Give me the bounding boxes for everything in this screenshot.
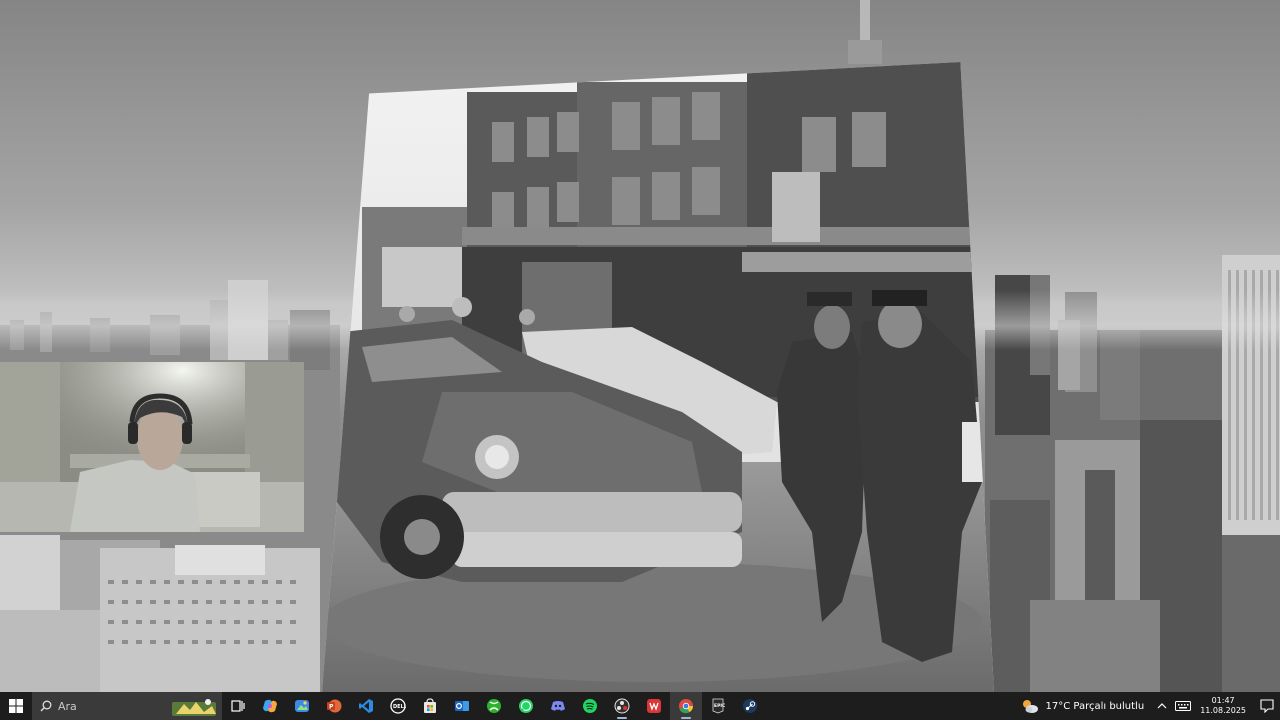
- taskbar: Ara P DELL EPIC 17°C Parçalı bulutlu 01:…: [0, 692, 1280, 720]
- powerpoint-button[interactable]: P: [318, 692, 350, 720]
- spotify-icon: [583, 699, 597, 713]
- task-view-button[interactable]: [222, 692, 254, 720]
- show-hidden-icons-button[interactable]: [1152, 692, 1172, 720]
- obs-button[interactable]: [606, 692, 638, 720]
- epic-games-icon: EPIC: [712, 698, 726, 714]
- copilot-button[interactable]: [254, 692, 286, 720]
- copilot-icon: [263, 699, 277, 713]
- keyboard-icon: [1175, 701, 1192, 711]
- svg-text:DELL: DELL: [393, 704, 406, 710]
- task-view-icon: [231, 700, 245, 712]
- xbox-button[interactable]: [478, 692, 510, 720]
- vintage-photo: [322, 62, 994, 692]
- red-app-icon: [647, 699, 661, 713]
- discord-button[interactable]: [542, 692, 574, 720]
- outlook-icon: [455, 701, 469, 711]
- search-highlight-icon: [172, 699, 216, 716]
- dell-button[interactable]: DELL: [382, 692, 414, 720]
- powerpoint-icon: P: [327, 699, 342, 713]
- svg-text:EPIC: EPIC: [714, 703, 726, 709]
- whatsapp-icon: [519, 699, 533, 713]
- steam-button[interactable]: [734, 692, 766, 720]
- steam-icon: [743, 699, 757, 713]
- discord-icon: [551, 701, 565, 711]
- clock-date: 11.08.2025: [1200, 706, 1246, 715]
- search-icon: [40, 700, 52, 712]
- photos-button[interactable]: [286, 692, 318, 720]
- clock[interactable]: 01:47 11.08.2025: [1200, 696, 1246, 716]
- chevron-up-icon: [1157, 703, 1167, 709]
- obs-icon: [614, 698, 630, 714]
- weather-condition: Parçalı bulutlu: [1073, 700, 1145, 712]
- weather-widget[interactable]: 17°C Parçalı bulutlu: [1021, 698, 1144, 714]
- outlook-button[interactable]: [446, 692, 478, 720]
- svg-text:P: P: [329, 704, 334, 711]
- photos-icon: [295, 700, 309, 712]
- xbox-icon: [487, 699, 501, 713]
- red-app-button[interactable]: [638, 692, 670, 720]
- windows-icon: [9, 699, 23, 713]
- clock-time: 01:47: [1211, 696, 1235, 705]
- notifications-button[interactable]: [1254, 692, 1280, 720]
- store-icon: [424, 698, 436, 713]
- epic-games-button[interactable]: EPIC: [702, 692, 734, 720]
- system-tray: 17°C Parçalı bulutlu 01:47 11.08.2025: [1021, 692, 1280, 720]
- search-placeholder: Ara: [58, 699, 77, 713]
- chrome-icon: [679, 699, 694, 714]
- taskbar-search[interactable]: Ara: [32, 692, 222, 720]
- notification-icon: [1260, 699, 1274, 713]
- weather-temperature: 17°C: [1045, 700, 1071, 712]
- vscode-button[interactable]: [350, 692, 382, 720]
- webcam-overlay: [0, 362, 304, 532]
- microsoft-store-button[interactable]: [414, 692, 446, 720]
- partly-cloudy-icon: [1023, 700, 1039, 713]
- dell-icon: DELL: [390, 698, 406, 714]
- vscode-icon: [359, 699, 373, 713]
- keyboard-button[interactable]: [1172, 692, 1194, 720]
- spotify-button[interactable]: [574, 692, 606, 720]
- whatsapp-button[interactable]: [510, 692, 542, 720]
- start-button[interactable]: [0, 692, 32, 720]
- chrome-button[interactable]: [670, 692, 702, 720]
